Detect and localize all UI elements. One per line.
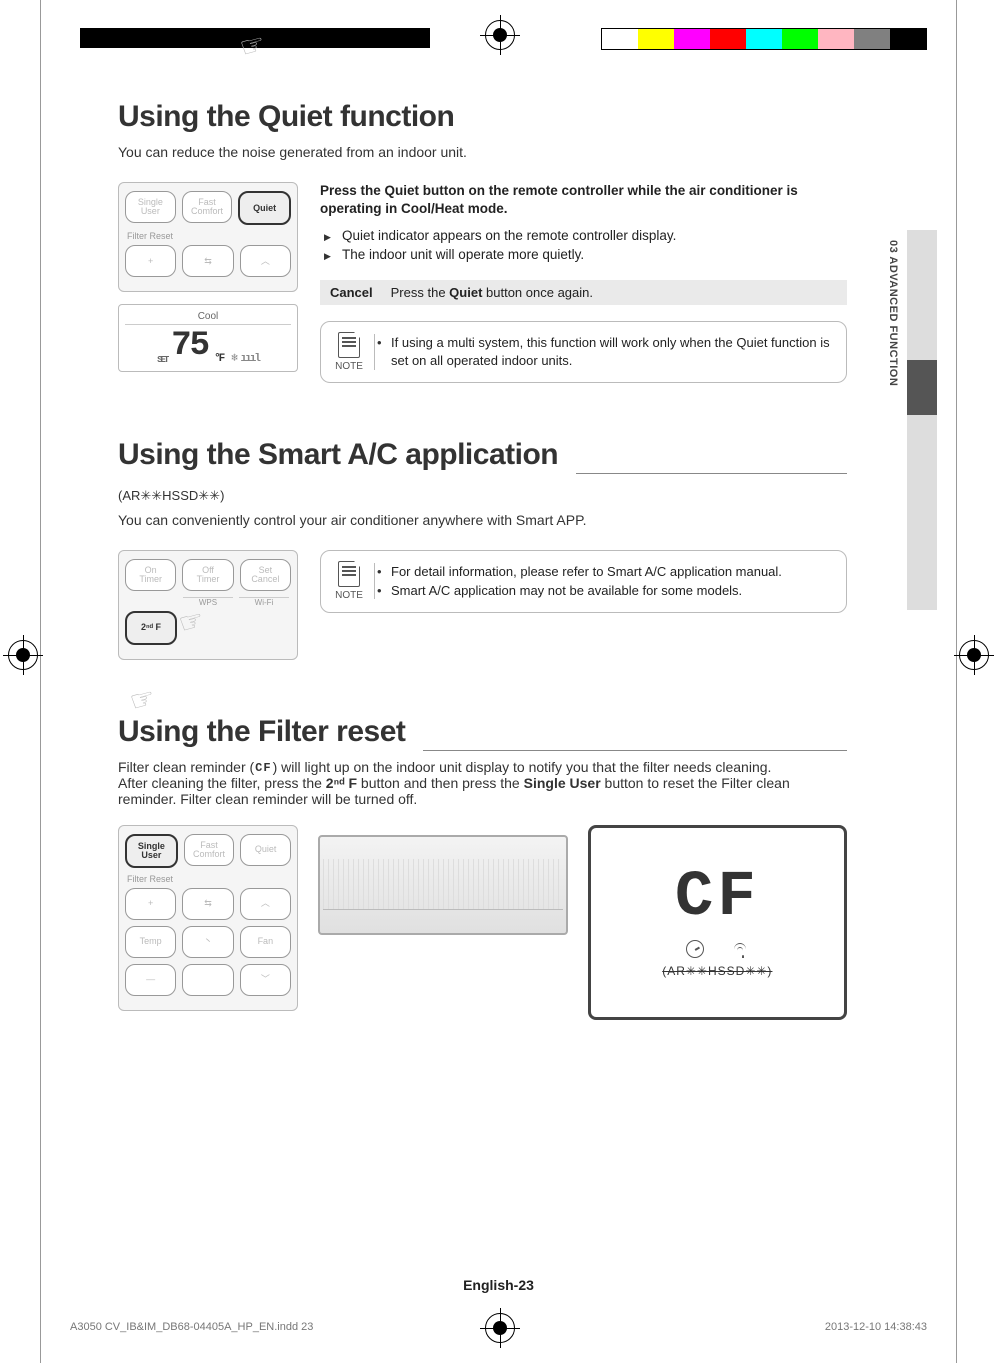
- display-model-strike: (AR✳✳HSSD✳✳): [662, 964, 772, 978]
- remote-illustration-quiet: SingleUser FastComfort Quiet Filter Rese…: [118, 182, 298, 372]
- note-smart-item-1: For detail information, please refer to …: [377, 563, 832, 581]
- registration-mark-right: [959, 640, 989, 670]
- note-icon: NOTE: [333, 332, 365, 374]
- note-smart-item-2: Smart A/C application may not be availab…: [377, 582, 832, 600]
- section-filter: Using the Filter reset Filter clean remi…: [118, 715, 847, 1020]
- quiet-lead: Press the Quiet button on the remote con…: [320, 182, 847, 218]
- remote-btn-fan: Fan: [240, 926, 291, 958]
- remote-btn-set-cancel: SetCancel: [240, 559, 291, 591]
- heading-filter: Using the Filter reset: [118, 715, 405, 749]
- heading-smart: Using the Smart A/C application: [118, 438, 558, 472]
- footer-meta-left: A3050 CV_IB&IM_DB68-04405A_HP_EN.indd 23: [70, 1321, 313, 1333]
- quiet-intro: You can reduce the noise generated from …: [118, 144, 847, 160]
- remote-sub-wifi: Wi-Fi: [239, 597, 289, 607]
- cancel-text: Press the Quiet button once again.: [391, 285, 593, 300]
- remote-filter-reset-label: Filter Reset: [127, 231, 291, 241]
- note-icon: NOTE: [333, 561, 365, 603]
- remote-illustration-filter: SingleUser FastComfort Quiet Filter Rese…: [118, 825, 298, 1011]
- display-snow-icon: ❄: [231, 353, 236, 365]
- display-set-label: SET: [157, 355, 167, 365]
- remote-btn-plus: +: [125, 245, 176, 277]
- side-tab-label: 03 ADVANCED FUNCTION: [887, 240, 899, 386]
- remote-btn-minus: —: [125, 964, 176, 996]
- registration-mark-bottom: [485, 1313, 515, 1343]
- filter-text: Filter clean reminder (CF) will light up…: [118, 759, 847, 807]
- remote-illustration-smart: OnTimer OffTimer SetCancel WPS Wi-Fi 2ⁿᵈ…: [118, 550, 298, 660]
- crop-line-left: [40, 0, 41, 1363]
- remote-btn-fast-comfort: FastComfort: [182, 191, 233, 223]
- remote-filter-reset-label: Filter Reset: [127, 874, 291, 884]
- remote-btn-on-timer: OnTimer: [125, 559, 176, 591]
- remote-display: Cool SET 75 °F ❄ ıııl: [118, 304, 298, 372]
- cf-inline-icon: CF: [254, 761, 272, 775]
- display-cf: CF: [675, 866, 760, 930]
- section-quiet: Using the Quiet function You can reduce …: [118, 100, 847, 383]
- page-number: English-23: [0, 1277, 997, 1293]
- wifi-icon: [732, 943, 748, 955]
- remote-btn-air: ⇆: [182, 245, 233, 277]
- smart-model: (AR✳✳HSSD✳✳): [118, 488, 847, 504]
- remote-btn-mid: ⼂: [182, 926, 233, 958]
- remote-btn-up: ︿: [240, 888, 291, 920]
- remote-btn-fast-comfort: FastComfort: [184, 834, 235, 866]
- remote-btn-down: ﹀: [240, 964, 291, 996]
- note-box-quiet: NOTE If using a multi system, this funct…: [320, 321, 847, 382]
- remote-btn-2nd-f: 2ⁿᵈ F: [125, 611, 177, 645]
- registration-mark-top: [485, 20, 515, 50]
- page-content: Using the Quiet function You can reduce …: [118, 100, 847, 1273]
- side-tab: [907, 230, 937, 610]
- cancel-strip: Cancel Press the Quiet button once again…: [320, 280, 847, 305]
- section-smart: Using the Smart A/C application (AR✳✳HSS…: [118, 438, 847, 660]
- smart-intro: You can conveniently control your air co…: [118, 512, 847, 528]
- remote-btn-plus: +: [125, 888, 176, 920]
- display-mode: Cool: [125, 311, 291, 325]
- remote-btn-temp: Temp: [125, 926, 176, 958]
- registration-mark-left: [8, 640, 38, 670]
- note-box-smart: NOTE For detail information, please refe…: [320, 550, 847, 613]
- remote-btn-single-user: SingleUser: [125, 191, 176, 223]
- crop-line-right: [956, 0, 957, 1363]
- indoor-unit-illustration: [318, 835, 568, 935]
- color-swatches: [601, 28, 927, 50]
- display-bars-icon: ıııl: [241, 353, 259, 365]
- remote-btn-single-user: SingleUser: [125, 834, 178, 868]
- heading-quiet: Using the Quiet function: [118, 100, 847, 134]
- remote-btn-quiet: Quiet: [238, 191, 291, 225]
- rule-filter: [423, 750, 847, 751]
- remote-btn-air: ⇆: [182, 888, 233, 920]
- cancel-label: Cancel: [330, 285, 373, 300]
- quiet-bullets: Quiet indicator appears on the remote co…: [320, 228, 847, 262]
- note-quiet-item-1: If using a multi system, this function w…: [377, 334, 832, 369]
- quiet-bullet-1: Quiet indicator appears on the remote co…: [324, 228, 847, 243]
- remote-btn-off-timer: OffTimer: [182, 559, 233, 591]
- display-temp-value: 75: [171, 327, 208, 365]
- footer-meta-right: 2013-12-10 14:38:43: [825, 1321, 927, 1333]
- quiet-bullet-2: The indoor unit will operate more quietl…: [324, 247, 847, 262]
- timer-icon: [686, 940, 704, 958]
- indoor-unit-display: CF (AR✳✳HSSD✳✳): [588, 825, 847, 1020]
- remote-btn-up: ︿: [240, 245, 291, 277]
- hand-pointer-icon: ☞: [126, 680, 159, 718]
- display-temp-unit: °F: [214, 353, 223, 365]
- rule-smart: [576, 473, 847, 474]
- remote-btn-empty: [182, 964, 233, 996]
- remote-btn-quiet: Quiet: [240, 834, 291, 866]
